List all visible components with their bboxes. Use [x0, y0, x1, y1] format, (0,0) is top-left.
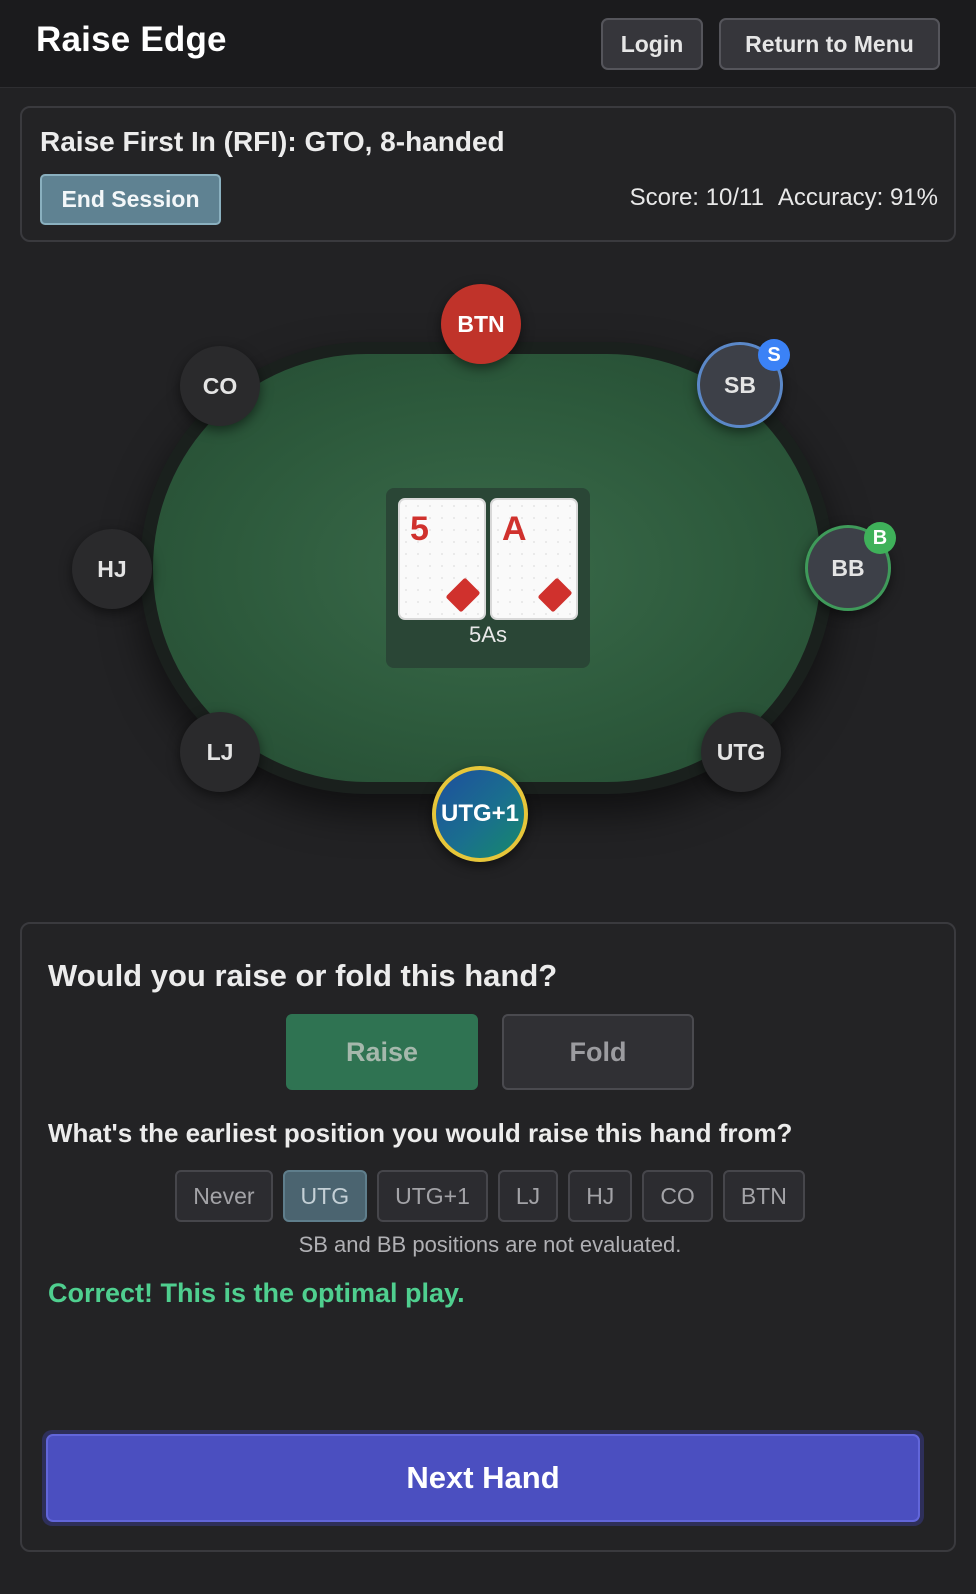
- raise-fold-question: Would you raise or fold this hand?: [48, 958, 558, 993]
- seat-sb: SB S: [697, 339, 790, 428]
- seat-sb-label: SB: [724, 371, 756, 398]
- position-utg1-button[interactable]: UTG+1: [377, 1170, 488, 1222]
- seat-bb: BB B: [805, 522, 896, 611]
- login-button[interactable]: Login: [601, 18, 703, 70]
- seat-hero-utg1: UTG+1: [432, 766, 528, 862]
- session-title: Raise First In (RFI): GTO, 8-handed: [40, 126, 505, 157]
- seat-hj: HJ: [72, 529, 152, 609]
- question-panel: Would you raise or fold this hand? Raise…: [20, 922, 956, 1552]
- app-title: Raise Edge: [36, 20, 227, 59]
- card-five-of-diamonds: 5: [398, 498, 486, 620]
- small-blind-badge: S: [758, 339, 790, 371]
- accuracy-text: Accuracy: 91%: [777, 184, 938, 211]
- seat-btn: BTN: [441, 284, 521, 364]
- score-text: Score: 10/11: [629, 184, 764, 211]
- big-blind-badge: B: [864, 522, 896, 554]
- card1-rank: 5: [410, 510, 429, 548]
- hero-hand: 5 A 5As: [386, 488, 590, 668]
- score-line: Score: 10/11 Accuracy: 91%: [616, 184, 938, 212]
- position-co-button[interactable]: CO: [642, 1170, 713, 1222]
- end-session-button[interactable]: End Session: [40, 174, 221, 225]
- next-hand-button[interactable]: Next Hand: [46, 1434, 920, 1522]
- diamond-icon: [445, 577, 481, 613]
- seat-co: CO: [180, 346, 260, 426]
- card-ace-of-diamonds: A: [490, 498, 578, 620]
- app-header: Raise Edge Login Return to Menu: [0, 0, 976, 88]
- diamond-icon: [537, 577, 573, 613]
- seat-bb-label: BB: [831, 554, 865, 581]
- positions-note: SB and BB positions are not evaluated.: [298, 1232, 682, 1257]
- position-hj-button[interactable]: HJ: [568, 1170, 633, 1222]
- return-to-menu-button[interactable]: Return to Menu: [719, 18, 940, 70]
- feedback-message: Correct! This is the optimal play.: [48, 1278, 465, 1308]
- earliest-position-question: What's the earliest position you would r…: [48, 1118, 793, 1148]
- position-options: Never UTG UTG+1 LJ HJ CO BTN: [22, 1170, 958, 1222]
- seat-lj: LJ: [180, 712, 260, 792]
- raise-button[interactable]: Raise: [286, 1014, 478, 1090]
- position-lj-button[interactable]: LJ: [497, 1170, 559, 1222]
- position-never-button[interactable]: Never: [175, 1170, 273, 1222]
- seat-utg: UTG: [701, 712, 781, 792]
- session-panel: Raise First In (RFI): GTO, 8-handed End …: [20, 106, 956, 242]
- fold-button[interactable]: Fold: [502, 1014, 694, 1090]
- position-utg-button[interactable]: UTG: [282, 1170, 368, 1222]
- next-hand-wrapper: Next Hand: [42, 1430, 924, 1526]
- poker-table-area: BTN CO SB S HJ BB B LJ UTG UTG+1 5 A 5As: [0, 250, 976, 900]
- card2-rank: A: [502, 510, 527, 548]
- hand-label: 5As: [469, 622, 507, 647]
- position-btn-button[interactable]: BTN: [722, 1170, 805, 1222]
